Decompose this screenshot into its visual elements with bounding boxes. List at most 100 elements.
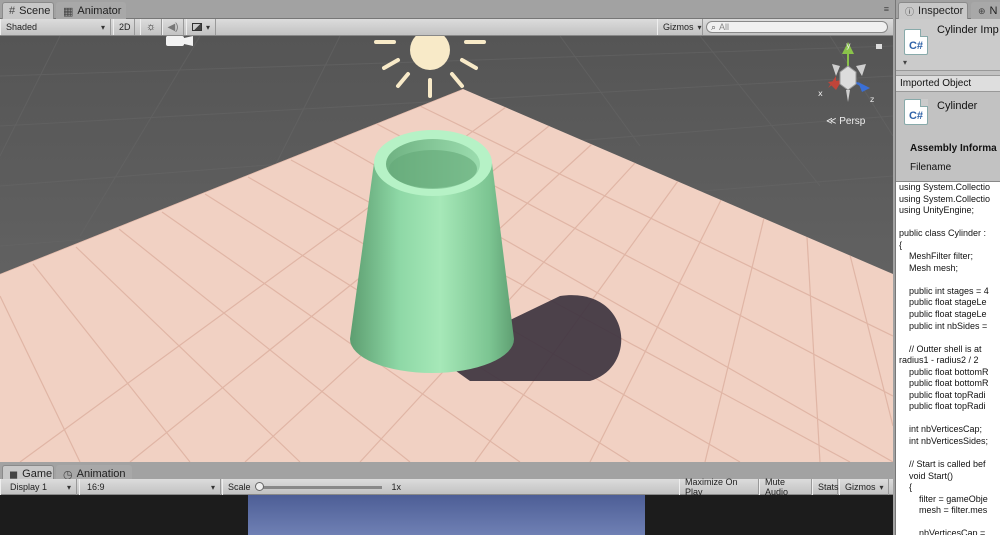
mute-audio-toggle[interactable]: Mute Audio [759, 477, 812, 497]
scale-slider[interactable] [254, 481, 382, 491]
code-line: mesh = filter.mes [899, 505, 988, 516]
assembly-information-label: Assembly Informa [910, 143, 997, 154]
axis-label-y: y [846, 41, 851, 50]
code-line: public class Cylinder : [899, 228, 987, 239]
lock-icon[interactable] [876, 44, 882, 49]
tab-inspector-label: Inspector [918, 5, 964, 17]
code-line: MeshFilter filter; [899, 251, 974, 262]
code-line: public float topRadi [899, 389, 986, 400]
display-label: Display 1 [10, 482, 48, 492]
code-line: using System.Collectio [899, 182, 991, 192]
game-gizmos-dropdown[interactable]: Gizmos [839, 479, 889, 495]
search-icon: ⌕ [711, 21, 717, 32]
scale-label: Scale [228, 482, 251, 492]
navigation-icon: ⊕ [978, 5, 986, 16]
audio-toggle[interactable]: ◀) [162, 19, 184, 35]
tab-animator[interactable]: ▦ Animator [56, 2, 126, 19]
asset-csharp-icon: C# [904, 99, 928, 125]
code-line: radius1 - radius2 / 2 [899, 355, 979, 366]
inspector-object-title: Cylinder Imp [937, 24, 999, 36]
code-line: using UnityEngine; [899, 205, 975, 216]
code-line: { [899, 482, 913, 493]
code-line: Mesh mesh; [899, 262, 959, 273]
persp-icon: ≪ [826, 116, 837, 127]
code-line: int nbVerticesCap; [899, 424, 983, 435]
tab-animator-label: Animator [77, 5, 122, 17]
code-line: public float stageLe [899, 297, 987, 308]
scale-slider-thumb[interactable] [254, 481, 264, 491]
game-gizmos-label: Gizmos [845, 482, 876, 492]
sun-small-icon: ☼ [145, 21, 157, 33]
animator-icon: ▦ [63, 5, 74, 18]
code-line: public float stageLe [899, 309, 987, 320]
inspector-panel: ⓘ Inspector ⊕ N C# ▾ Cylinder Imp Import… [895, 0, 1000, 535]
scene-search-placeholder: All [719, 22, 730, 32]
csharp-file-icon: C# [904, 29, 928, 55]
camera-icon[interactable] [166, 36, 193, 46]
filename-label: Filename [910, 162, 952, 173]
game-toolbar: Display 1 16:9 Scale 1x Maximize On Play… [0, 477, 893, 497]
toggle-2d-button[interactable]: 2D [113, 19, 135, 35]
tab-navigation[interactable]: ⊕ N [971, 2, 1000, 19]
image-icon [192, 23, 202, 31]
code-line: public float topRadi [899, 401, 986, 412]
inspector-settings-icon[interactable]: ▾ [903, 58, 907, 67]
code-line: public int stages = 4 [899, 285, 989, 296]
axis-label-x: x [818, 89, 823, 98]
gizmos-dropdown[interactable]: Gizmos [657, 19, 703, 35]
tab-navigation-label: N [989, 5, 998, 17]
cylinder-inner-shadow [389, 150, 477, 188]
maximize-on-play-toggle[interactable]: Maximize On Play [679, 477, 759, 497]
info-icon: ⓘ [905, 6, 915, 17]
lighting-toggle[interactable]: ☼ [140, 19, 162, 35]
imported-object-header[interactable]: Imported Object [896, 75, 1000, 92]
game-render-area [248, 495, 645, 535]
aspect-label: 16:9 [87, 482, 105, 492]
stats-label: Stats [818, 482, 839, 492]
display-dropdown[interactable]: Display 1 [0, 479, 77, 495]
projection-label: Persp [839, 116, 866, 127]
maximize-on-play-label: Maximize On Play [685, 477, 738, 497]
shading-mode-label: Shaded [6, 22, 38, 32]
inspector-tab-bar: ⓘ Inspector ⊕ N [896, 0, 1000, 19]
grid-icon: # [9, 5, 16, 17]
tab-scene[interactable]: # Scene [2, 2, 54, 19]
code-line: using System.Collectio [899, 193, 991, 204]
shading-mode-dropdown[interactable]: Shaded [0, 19, 111, 35]
code-line: public float bottomR [899, 366, 989, 377]
tab-scene-label: Scene [19, 5, 51, 17]
inspector-header: C# ▾ Cylinder Imp [896, 19, 1000, 71]
asset-row: C# Cylinder [896, 93, 1000, 133]
game-viewport[interactable] [0, 495, 893, 535]
projection-toggle[interactable]: ≪ Persp [826, 116, 865, 127]
toggle-2d-label: 2D [119, 22, 131, 32]
asset-csharp-icon-text: C# [908, 110, 924, 122]
code-line: nbVerticesCap = [899, 528, 986, 535]
effects-dropdown[interactable] [186, 19, 216, 35]
scene-toolbar: Shaded 2D ☼ ◀) Gizmos ⌕ All [0, 19, 893, 36]
code-line: filter = gameObje [899, 493, 988, 504]
csharp-icon-text: C# [908, 40, 924, 52]
code-line: // Start is called bef [899, 459, 986, 470]
asset-name: Cylinder [937, 100, 978, 112]
tab-inspector[interactable]: ⓘ Inspector [898, 2, 968, 19]
scene-viewport[interactable]: y x z ≪ Persp [0, 36, 893, 462]
code-line: public int nbSides = [899, 320, 988, 331]
code-line: int nbVerticesSides; [899, 436, 989, 447]
gizmos-label: Gizmos [663, 22, 694, 32]
aspect-dropdown[interactable]: 16:9 [79, 479, 221, 495]
panel-menu-icon[interactable]: ≡ [884, 4, 889, 14]
script-source-preview[interactable]: using System.Collectio using System.Colle… [896, 181, 1000, 535]
axis-label-z: z [870, 95, 874, 104]
assembly-information-header: Assembly Informa Filename [896, 140, 1000, 180]
code-line: { [899, 239, 903, 250]
imported-object-label: Imported Object [900, 78, 972, 89]
scene-canvas[interactable]: y x z [0, 36, 893, 462]
stats-toggle[interactable]: Stats [812, 479, 839, 495]
scene-search-field[interactable]: ⌕ All [706, 21, 888, 33]
